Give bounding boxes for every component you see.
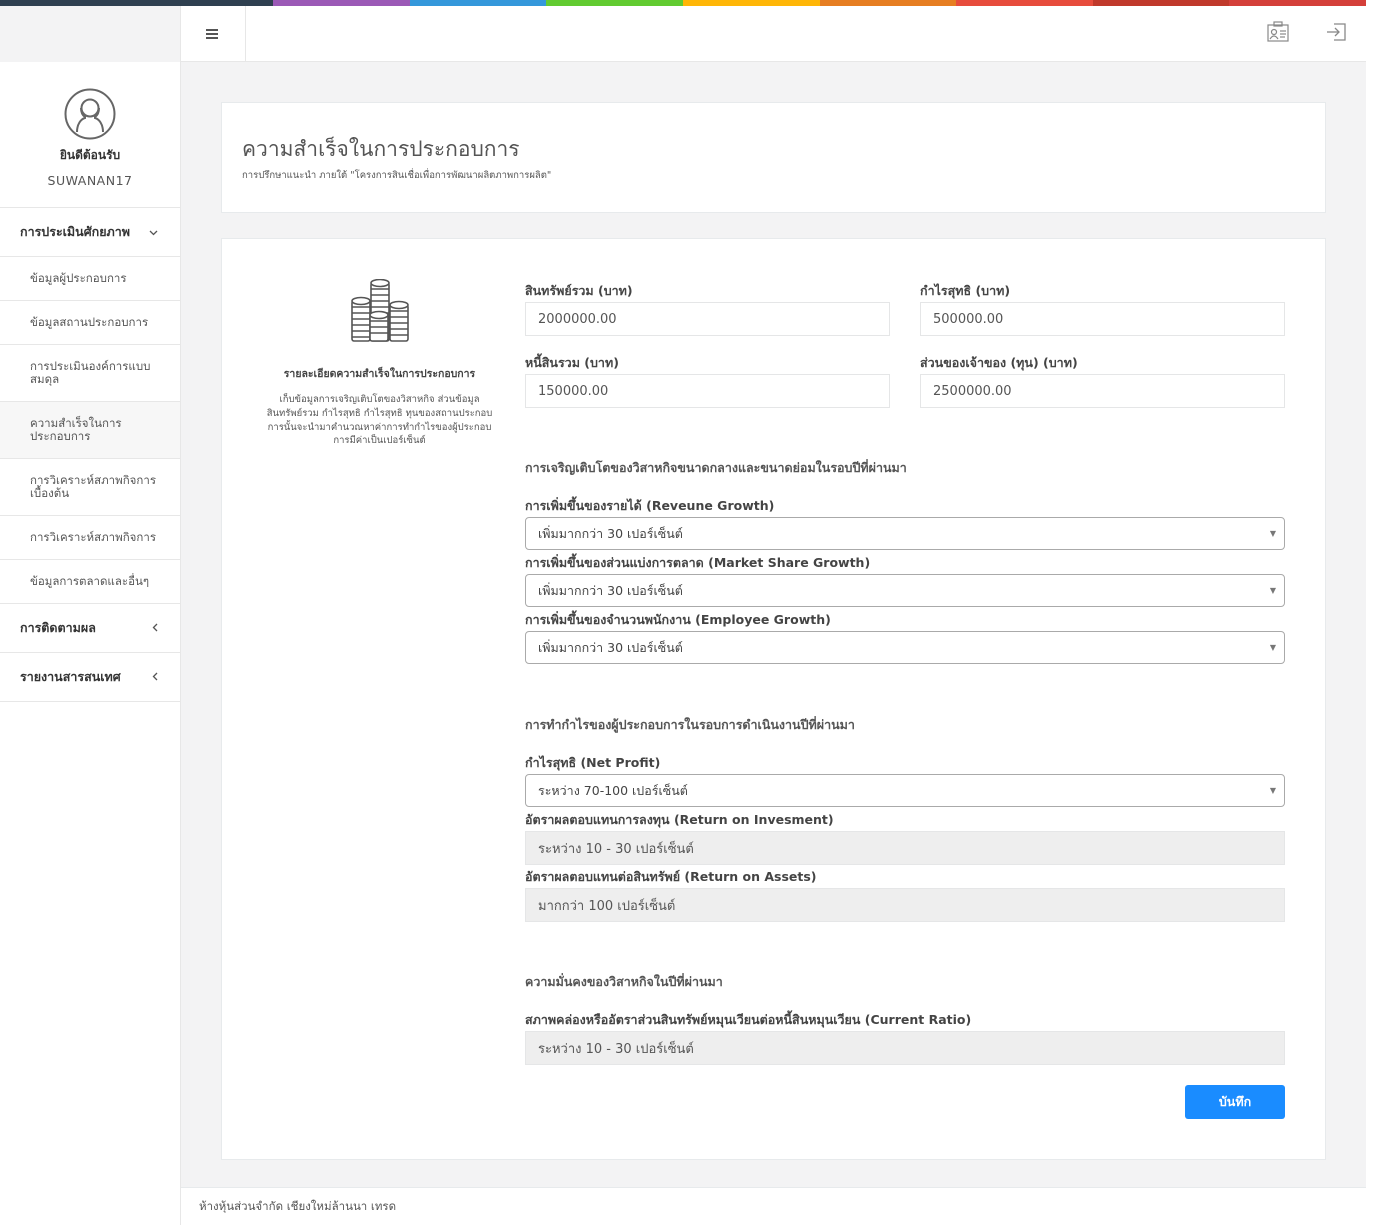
form-card: รายละเอียดความสำเร็จในการประกอบการ เก็บข… [221,238,1326,1160]
market-share-growth-label: การเพิ่มขึ้นของส่วนแบ่งการตลาด (Market S… [525,555,871,570]
current-ratio-readonly-field: ระหว่าง 10 - 30 เปอร์เซ็นต์ [525,1031,1285,1065]
sidebar-group-label: การติดตามผล [20,620,96,635]
current-ratio-label: สภาพคล่องหรืออัตราส่วนสินทรัพย์หมุนเวียน… [525,1012,972,1027]
roi-readonly-field: ระหว่าง 10 - 30 เปอร์เซ็นต์ [525,831,1285,865]
market-share-growth-value: เพิ่มมากกว่า 30 เปอร์เซ็นต์ [538,582,683,598]
equity-input[interactable]: 2500000.00 [920,374,1285,408]
welcome-text: ยินดีต้อนรับ [59,148,121,162]
profile-card-button[interactable] [1264,20,1292,48]
description-title: รายละเอียดความสำเร็จในการประกอบการ [283,368,476,380]
hamburger-icon [206,24,220,45]
net-profit-value: ระหว่าง 70-100 เปอร์เซ็นต์ [538,782,688,798]
main-content: ความสำเร็จในการประกอบการ การปรึกษาแนะนำ … [181,62,1366,1187]
employee-growth-select[interactable]: เพิ่มมากกว่า 30 เปอร์เซ็นต์ ▼ [525,631,1285,664]
chevron-left-icon [152,671,158,684]
net-profit-select[interactable]: ระหว่าง 70-100 เปอร์เซ็นต์ ▼ [525,774,1285,807]
roa-label: อัตราผลตอบแทนต่อสินทรัพย์ (Return on Ass… [525,869,817,884]
sidebar-item-label: ข้อมูลผู้ประกอบการ [30,271,127,286]
caret-down-icon: ▼ [1269,643,1276,652]
total-liabilities-label: หนี้สินรวม (บาท) [525,355,619,370]
stability-section-heading: ความมั่นคงของวิสาหกิจในปีที่ผ่านมา [525,974,723,989]
sidebar-item-entrepreneur-info[interactable]: ข้อมูลผู้ประกอบการ [0,257,180,301]
total-liabilities-input[interactable]: 150000.00 [525,374,890,408]
page-title: ความสำเร็จในการประกอบการ [242,137,520,161]
net-profit-amount-input[interactable]: 500000.00 [920,302,1285,336]
sidebar-item-business-analysis[interactable]: การวิเคราะห์สภาพกิจการ [0,516,180,560]
chevron-down-icon [149,226,158,239]
chevron-left-icon [152,622,158,635]
net-profit-amount-label: กำไรสุทธิ (บาท) [920,283,1011,298]
menu-toggle-button[interactable] [181,6,246,62]
avatar[interactable] [64,88,116,140]
revenue-growth-value: เพิ่มมากกว่า 30 เปอร์เซ็นต์ [538,525,683,541]
footer-company-name: ห้างหุ้นส่วนจำกัด เชียงใหม่ล้านนา เทรด [199,1198,397,1213]
market-share-growth-select[interactable]: เพิ่มมากกว่า 30 เปอร์เซ็นต์ ▼ [525,574,1285,607]
sidebar-item-establishment-info[interactable]: ข้อมูลสถานประกอบการ [0,301,180,345]
sidebar-item-basic-analysis[interactable]: การวิเคราะห์สภาพกิจการเบื้องต้น [0,459,180,516]
username: SUWANAN17 [47,173,133,188]
sidebar-item-label: ข้อมูลสถานประกอบการ [30,315,149,330]
save-button[interactable]: บันทึก [1185,1085,1285,1119]
sidebar-group-followup[interactable]: การติดตามผล [0,604,180,653]
sidebar-item-marketing-info[interactable]: ข้อมูลการตลาดและอื่นๆ [0,560,180,604]
brand-area [0,6,181,62]
description-text: เก็บข้อมูลการเจริญเติบโตของวิสาหกิจ ส่วน… [266,394,493,447]
sidebar: ยินดีต้อนรับ SUWANAN17 การประเมินศักยภาพ… [0,62,181,1225]
sidebar-item-label: การวิเคราะห์สภาพกิจการเบื้องต้น [30,473,157,500]
id-card-icon [1266,21,1290,47]
sidebar-item-label: การประเมินองค์การแบบสมดุล [30,359,151,386]
profit-section-heading: การทำกำไรของผู้ประกอบการในรอบการดำเนินงา… [525,717,855,732]
sidebar-item-business-success[interactable]: ความสำเร็จในการประกอบการ [0,402,180,459]
sidebar-item-label: การวิเคราะห์สภาพกิจการ [30,530,157,545]
caret-down-icon: ▼ [1269,786,1276,795]
revenue-growth-select[interactable]: เพิ่มมากกว่า 30 เปอร์เซ็นต์ ▼ [525,517,1285,550]
sign-out-icon [1325,22,1347,46]
sidebar-group-label: การประเมินศักยภาพ [20,224,131,239]
coins-icon [350,278,410,343]
roa-readonly-field: มากกว่า 100 เปอร์เซ็นต์ [525,888,1285,922]
sidebar-item-label: ความสำเร็จในการประกอบการ [30,416,122,443]
logout-button[interactable] [1322,20,1350,48]
page-subtitle: การปรึกษาแนะนำ ภายใต้ "โครงการสินเชื่อเพ… [242,170,552,181]
sidebar-group-reports[interactable]: รายงานสารสนเทศ [0,653,180,702]
total-assets-input[interactable]: 2000000.00 [525,302,890,336]
sidebar-group-assessment[interactable]: การประเมินศักยภาพ [0,208,180,257]
growth-section-heading: การเจริญเติบโตของวิสาหกิจขนาดกลางและขนาด… [525,460,907,475]
top-header [0,6,1366,62]
total-assets-label: สินทรัพย์รวม (บาท) [525,283,633,298]
equity-label: ส่วนของเจ้าของ (ทุน) (บาท) [920,355,1078,370]
sidebar-group-label: รายงานสารสนเทศ [20,669,121,684]
employee-growth-label: การเพิ่มขึ้นของจำนวนพนักงาน (Employee Gr… [525,612,831,627]
sidebar-item-balanced-scorecard[interactable]: การประเมินองค์การแบบสมดุล [0,345,180,402]
footer: ห้างหุ้นส่วนจำกัด เชียงใหม่ล้านนา เทรด [181,1187,1366,1225]
caret-down-icon: ▼ [1269,529,1276,538]
user-profile: ยินดีต้อนรับ SUWANAN17 [0,62,180,208]
page-header-card: ความสำเร็จในการประกอบการ การปรึกษาแนะนำ … [221,102,1326,213]
sidebar-item-label: ข้อมูลการตลาดและอื่นๆ [30,574,150,589]
net-profit-label: กำไรสุทธิ (Net Profit) [525,755,661,770]
employee-growth-value: เพิ่มมากกว่า 30 เปอร์เซ็นต์ [538,639,683,655]
caret-down-icon: ▼ [1269,586,1276,595]
revenue-growth-label: การเพิ่มขึ้นของรายได้ (Reveune Growth) [525,498,775,513]
roi-label: อัตราผลตอบแทนการลงทุน (Return on Invesme… [525,812,834,827]
